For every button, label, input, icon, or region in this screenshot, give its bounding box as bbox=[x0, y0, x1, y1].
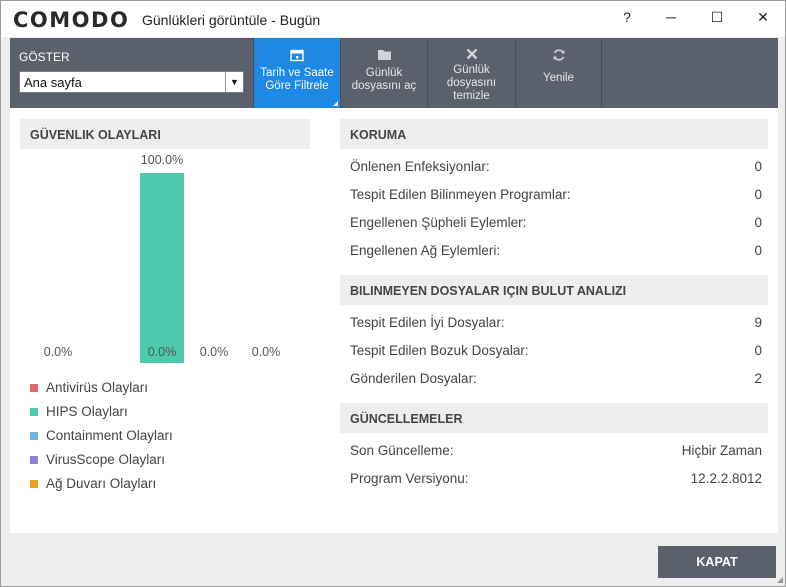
row-label: Tespit Edilen İyi Dosyalar: bbox=[350, 315, 505, 330]
refresh-icon bbox=[516, 48, 601, 64]
row-value: 0 bbox=[754, 159, 762, 174]
legend-label: HIPS Olayları bbox=[46, 404, 128, 419]
legend-item: HIPS Olayları bbox=[30, 404, 173, 428]
cloud-analysis-header: BILINMEYEN DOSYALAR IÇIN BULUT ANALIZI bbox=[340, 275, 768, 305]
row-label: Son Güncelleme: bbox=[350, 443, 454, 458]
row-value: 12.2.2.8012 bbox=[690, 471, 762, 486]
legend-swatch bbox=[30, 384, 38, 392]
legend-swatch bbox=[30, 456, 38, 464]
updates-row: Son Güncelleme: Hiçbir Zaman bbox=[350, 437, 762, 465]
filter-by-date-label-2: Göre Filtrele bbox=[265, 80, 329, 92]
protection-row: Engellenen Ağ Eylemleri: 0 bbox=[350, 237, 762, 265]
row-label: Önlenen Enfeksiyonlar: bbox=[350, 159, 490, 174]
protection-row: Tespit Edilen Bilinmeyen Programlar: 0 bbox=[350, 181, 762, 209]
help-button[interactable]: ? bbox=[609, 5, 645, 29]
legend-item: Containment Olayları bbox=[30, 428, 173, 452]
folder-icon bbox=[341, 48, 427, 64]
row-value: 0 bbox=[754, 343, 762, 358]
dropdown-arrow-icon[interactable]: ▼ bbox=[225, 72, 243, 92]
clear-log-file-label-3: temizle bbox=[453, 90, 490, 102]
security-events-header: GÜVENLIK OLAYLARI bbox=[20, 119, 310, 149]
updates-header: GÜNCELLEMELER bbox=[340, 403, 768, 433]
cloud-analysis-row: Tespit Edilen İyi Dosyalar: 9 bbox=[350, 309, 762, 337]
protection-header: KORUMA bbox=[340, 119, 768, 149]
row-label: Tespit Edilen Bozuk Dosyalar: bbox=[350, 343, 529, 358]
row-value: Hiçbir Zaman bbox=[681, 443, 762, 458]
legend-swatch bbox=[30, 480, 38, 488]
row-value: 9 bbox=[754, 315, 762, 330]
legend-item: Antivirüs Olayları bbox=[30, 380, 173, 404]
filter-by-date-label-1: Tarih ve Saate bbox=[260, 67, 334, 79]
chart-bar-label: 0.0% bbox=[251, 345, 281, 359]
corner-triangle-icon bbox=[333, 101, 338, 106]
row-label: Gönderilen Dosyalar: bbox=[350, 371, 477, 386]
clear-log-file-label-2: dosyasını bbox=[446, 77, 497, 89]
title-bar: COMODO Günlükleri görüntüle - Bugün ? ─ … bbox=[1, 1, 785, 37]
row-value: 0 bbox=[754, 243, 762, 258]
protection-row: Engellenen Şüpheli Eylemler: 0 bbox=[350, 209, 762, 237]
calendar-icon bbox=[254, 48, 340, 64]
close-window-button[interactable]: ✕ bbox=[745, 5, 781, 29]
row-value: 2 bbox=[754, 371, 762, 386]
clear-log-file-button[interactable]: Günlük dosyasını temizle bbox=[427, 38, 515, 108]
filter-by-date-button[interactable]: Tarih ve Saate Göre Filtrele bbox=[253, 38, 340, 108]
legend-item: Ağ Duvarı Olayları bbox=[30, 476, 173, 500]
row-label: Program Versiyonu: bbox=[350, 471, 469, 486]
show-label: GÖSTER bbox=[19, 50, 70, 64]
legend-label: Containment Olayları bbox=[46, 428, 173, 443]
legend-item: VirusScope Olayları bbox=[30, 452, 173, 476]
legend-label: Antivirüs Olayları bbox=[46, 380, 149, 395]
cloud-analysis-row: Gönderilen Dosyalar: 2 bbox=[350, 365, 762, 393]
open-log-file-label-2: dosyasını aç bbox=[351, 80, 417, 92]
open-log-file-button[interactable]: Günlük dosyasını aç bbox=[340, 38, 427, 108]
chart-bar-label: 100.0% bbox=[140, 153, 184, 167]
toolbar: GÖSTER Ana sayfa ▼ Tarih ve Saate Göre F… bbox=[10, 38, 778, 108]
row-value: 0 bbox=[754, 187, 762, 202]
show-select[interactable]: Ana sayfa ▼ bbox=[19, 71, 244, 93]
protection-row: Önlenen Enfeksiyonlar: 0 bbox=[350, 153, 762, 181]
log-viewer-window: COMODO Günlükleri görüntüle - Bugün ? ─ … bbox=[0, 0, 786, 587]
content-panel: GÜVENLIK OLAYLARI 0.0% 100.0% 0.0% 0.0% 0.0%… bbox=[10, 108, 778, 533]
cloud-analysis-row: Tespit Edilen Bozuk Dosyalar: 0 bbox=[350, 337, 762, 365]
row-label: Engellenen Şüpheli Eylemler: bbox=[350, 215, 527, 230]
close-button[interactable]: KAPAT bbox=[658, 546, 776, 578]
chart-bar-label: 0.0% bbox=[43, 345, 73, 359]
security-events-chart: 0.0% 100.0% 0.0% 0.0% 0.0% bbox=[20, 148, 300, 373]
chart-bar-label: 0.0% bbox=[147, 345, 177, 359]
clear-log-file-label-1: Günlük bbox=[453, 64, 490, 76]
minimize-button[interactable]: ─ bbox=[653, 5, 689, 29]
security-events-legend: Antivirüs Olayları HIPS Olayları Containme… bbox=[30, 380, 173, 500]
row-label: Tespit Edilen Bilinmeyen Programlar: bbox=[350, 187, 571, 202]
refresh-button[interactable]: Yenile bbox=[515, 38, 602, 108]
legend-label: Ağ Duvarı Olayları bbox=[46, 476, 157, 491]
comodo-logo: COMODO bbox=[13, 8, 130, 32]
refresh-label: Yenile bbox=[543, 72, 574, 84]
legend-label: VirusScope Olayları bbox=[46, 452, 166, 467]
open-log-file-label-1: Günlük bbox=[365, 67, 403, 79]
chart-bar bbox=[140, 173, 184, 363]
legend-swatch bbox=[30, 408, 38, 416]
row-value: 0 bbox=[754, 215, 762, 230]
maximize-button[interactable]: ☐ bbox=[699, 5, 735, 29]
row-label: Engellenen Ağ Eylemleri: bbox=[350, 243, 501, 258]
chart-bar-label: 0.0% bbox=[199, 345, 229, 359]
window-title: Günlükleri görüntüle - Bugün bbox=[142, 12, 321, 28]
updates-row: Program Versiyonu: 12.2.2.8012 bbox=[350, 465, 762, 493]
legend-swatch bbox=[30, 432, 38, 440]
resize-grip-icon[interactable]: ◢ bbox=[777, 575, 783, 584]
show-select-value: Ana sayfa bbox=[24, 75, 82, 90]
x-icon bbox=[428, 48, 515, 64]
